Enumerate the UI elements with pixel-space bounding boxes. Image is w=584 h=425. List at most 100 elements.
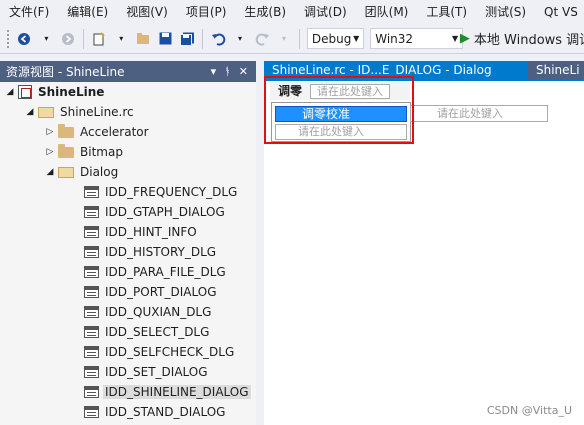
tree-item-label: Dialog [80,165,119,179]
tree-item-label: IDD_GTAPH_DIALOG [105,205,225,219]
dialog-icon [84,326,99,338]
panel-actions: ▾ ᚬ ✕ [211,65,256,78]
menu-project[interactable]: 项目(P) [177,0,236,24]
undo-icon[interactable] [209,28,227,50]
new-project-icon[interactable] [90,28,108,50]
back-icon[interactable] [15,28,33,50]
tree-item-dialog-resource[interactable]: IDD_HISTORY_DLG [0,242,256,262]
tree-item-label: Bitmap [80,145,123,159]
menu-bar: 文件(F) 编辑(E) 视图(V) 项目(P) 生成(B) 调试(D) 团队(M… [0,0,584,24]
tree-item-label: IDD_STAND_DIALOG [105,405,226,419]
tree-item-dialog-resource[interactable]: IDD_SELECT_DLG [0,322,256,342]
folder-icon [58,123,74,138]
menu-file[interactable]: 文件(F) [0,0,58,24]
start-debugging-button[interactable]: ▶ 本地 Windows 调试 [460,28,584,50]
tab-other-document[interactable]: ShineLi [528,61,584,79]
chevron-down-icon: ▼ [353,34,360,43]
dialog-icon [84,266,99,278]
run-label: 本地 Windows 调试 [473,33,584,48]
menu-qtvs[interactable]: Qt VS [535,0,584,24]
submenu-type-here-slot[interactable]: 请在此处键入 [410,105,548,122]
resource-tree: ◢ ShineLine ◢ ShineLine.rc ▷ Accelerator… [0,82,256,422]
chevron-down-icon[interactable]: ▾ [37,28,55,50]
chevron-down-icon[interactable]: ▾ [275,28,293,50]
configuration-value: Debug [311,31,352,46]
menu-team[interactable]: 团队(M) [356,0,418,24]
tree-item-dialog-resource[interactable]: IDD_STAND_DIALOG [0,402,256,422]
toolbar: ▾ ▾ ▾ ▾ Debug ▼ Win32 ▼ ▶ 本地 Windows 调试 [0,24,584,54]
panel-title-bar[interactable]: 资源视图 - ShineLine ▾ ᚬ ✕ [0,61,256,82]
pin-icon[interactable]: ᚬ [224,65,231,78]
tree-item-label: IDD_HISTORY_DLG [105,245,217,259]
dialog-icon [84,366,99,378]
expand-triangle-icon[interactable]: ▷ [44,147,56,157]
platform-value: Win32 [375,31,414,46]
tree-item-dialog-resource[interactable]: IDD_PARA_FILE_DLG [0,262,256,282]
project-icon [18,85,32,99]
tab-menu-resource[interactable]: ShineLine.rc - ID...E_DIALOG - Dialog [264,61,528,79]
menu-build[interactable]: 生成(B) [235,0,295,24]
dialog-icon [84,306,99,318]
tree-item-label: ShineLine.rc [60,105,134,119]
tree-item-dialog-resource[interactable]: IDD_GTAPH_DIALOG [0,202,256,222]
tree-item-label: IDD_PARA_FILE_DLG [105,265,226,279]
tree-item-dialog-resource[interactable]: IDD_PORT_DIALOG [0,282,256,302]
tree-item-label: IDD_FREQUENCY_DLG [105,185,238,199]
tree-item-dialog-resource[interactable]: IDD_FREQUENCY_DLG [0,182,256,202]
save-icon[interactable] [156,28,174,50]
panel-splitter[interactable] [256,61,264,425]
menu-edit[interactable]: 编辑(E) [58,0,117,24]
menu-item-tiaoling[interactable]: 调零 [270,82,310,100]
dialog-icon [84,386,99,398]
tree-item-dialog[interactable]: ◢ Dialog [0,162,256,182]
tree-item-rc-file[interactable]: ◢ ShineLine.rc [0,102,256,122]
tree-item-label: IDD_SELECT_DLG [105,325,210,339]
tree-item-accelerator[interactable]: ▷ Accelerator [0,122,256,142]
tree-item-dialog-resource[interactable]: IDD_SELFCHECK_DLG [0,342,256,362]
tree-item-dialog-resource-selected[interactable]: IDD_SHINELINE_DIALOG [0,382,256,402]
toolbar-separator [202,28,204,49]
menu-bar-design: 调零 请在此处键入 [270,82,410,100]
open-folder-icon[interactable] [134,28,152,50]
dialog-icon [84,186,99,198]
expand-triangle-icon[interactable]: ▷ [44,127,56,137]
dialog-icon [84,226,99,238]
tree-item-bitmap[interactable]: ▷ Bitmap [0,142,256,162]
tree-item-dialog-resource[interactable]: IDD_QUXIAN_DLG [0,302,256,322]
dialog-icon [84,206,99,218]
menu-view[interactable]: 视图(V) [117,0,177,24]
resource-view-panel: 资源视图 - ShineLine ▾ ᚬ ✕ ◢ ShineLine ◢ Shi… [0,61,256,425]
toolbar-separator [83,28,85,49]
toolbar-grip[interactable] [6,28,10,49]
document-tab-strip: ShineLine.rc - ID...E_DIALOG - Dialog Sh… [264,61,584,81]
watermark: CSDN @Vitta_U [486,404,572,417]
menu-test[interactable]: 测试(S) [476,0,535,24]
menu-debug[interactable]: 调试(D) [295,0,356,24]
collapse-triangle-icon[interactable]: ◢ [44,167,56,177]
redo-icon[interactable] [253,28,271,50]
tree-item-dialog-resource[interactable]: IDD_SET_DIALOG [0,362,256,382]
open-folder-icon [38,106,54,118]
menu-type-here-slot[interactable]: 请在此处键入 [310,83,391,99]
close-icon[interactable]: ✕ [239,65,248,78]
chevron-down-icon[interactable]: ▾ [112,28,130,50]
solution-platform-select[interactable]: Win32 ▼ [370,28,464,49]
collapse-triangle-icon[interactable]: ◢ [24,107,36,117]
tree-item-project[interactable]: ◢ ShineLine [0,82,256,102]
menu-item-tiaoling-jiaozhun[interactable]: 调零校准 [275,106,407,122]
tree-item-label: IDD_SELFCHECK_DLG [105,345,235,359]
solution-configuration-select[interactable]: Debug ▼ [306,28,365,49]
popup-type-here-slot[interactable]: 请在此处键入 [275,124,407,140]
menu-tools[interactable]: 工具(T) [417,0,476,24]
forward-icon[interactable] [59,28,77,50]
chevron-down-icon[interactable]: ▾ [211,65,217,78]
tree-item-dialog-resource[interactable]: IDD_HINT_INFO [0,222,256,242]
dialog-icon [84,406,99,418]
save-all-icon[interactable] [178,28,196,50]
tree-item-label: IDD_HINT_INFO [105,225,197,239]
chevron-down-icon[interactable]: ▾ [231,28,249,50]
open-folder-icon [58,166,74,178]
tree-item-label: IDD_QUXIAN_DLG [105,305,212,319]
play-icon: ▶ [459,31,470,46]
collapse-triangle-icon[interactable]: ◢ [4,87,16,97]
